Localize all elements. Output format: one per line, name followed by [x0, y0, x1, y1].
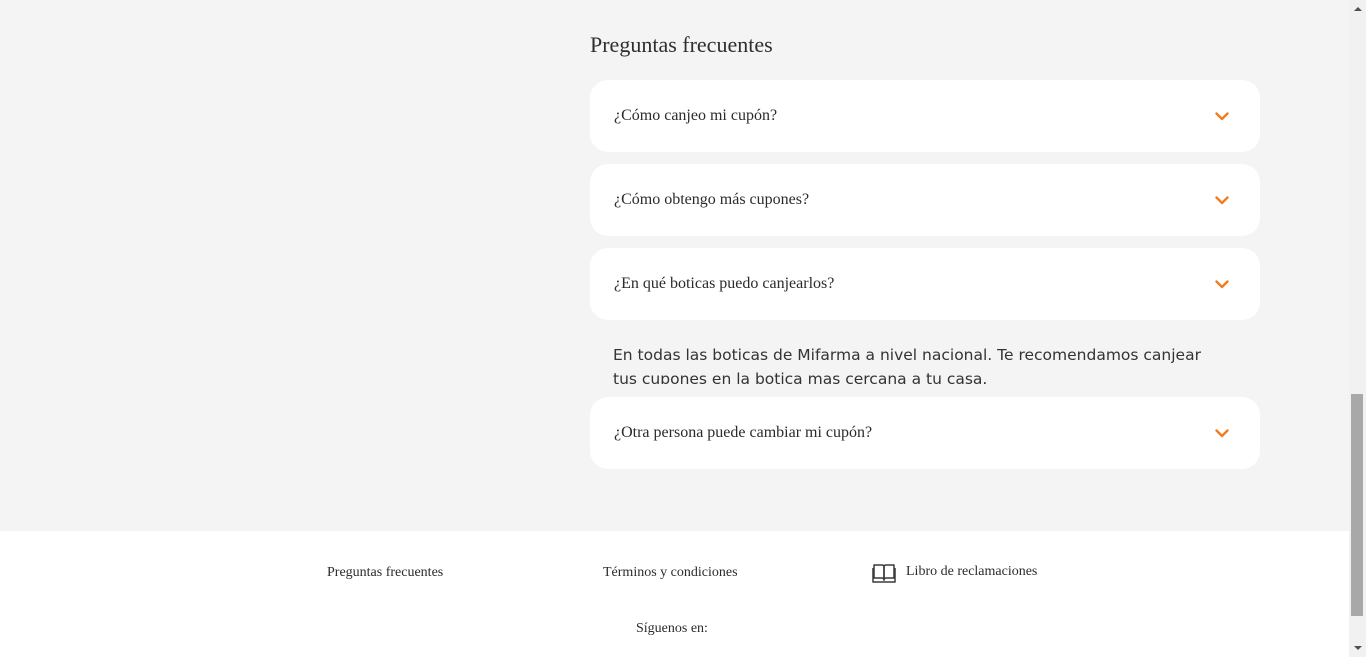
footer: Preguntas frecuentes Términos y condicio…: [0, 531, 1349, 657]
faq-question: ¿Cómo canjeo mi cupón?: [614, 107, 778, 124]
footer-link-terms[interactable]: Términos y condiciones: [603, 565, 738, 581]
scroll-up-arrow-icon[interactable]: [1349, 0, 1366, 17]
book-icon[interactable]: [872, 562, 896, 584]
scrollbar-thumb[interactable]: [1351, 394, 1363, 616]
follow-us-label: Síguenos en:: [636, 621, 708, 636]
scroll-down-arrow-icon[interactable]: [1349, 640, 1366, 657]
chevron-down-icon: [1214, 425, 1230, 441]
faq-question: ¿En qué boticas puedo canjearlos?: [614, 275, 835, 292]
footer-link-faq[interactable]: Preguntas frecuentes: [327, 565, 443, 581]
faq-answer: En todas las boticas de Mifarma a nivel …: [613, 346, 1201, 384]
faq-item-which-pharmacies[interactable]: ¿En qué boticas puedo canjearlos?: [590, 248, 1260, 320]
page: Preguntas frecuentes ¿Cómo canjeo mi cup…: [0, 0, 1366, 657]
faq-item-another-person[interactable]: ¿Otra persona puede cambiar mi cupón?: [590, 397, 1260, 469]
chevron-down-icon: [1214, 192, 1230, 208]
chevron-down-icon: [1214, 276, 1230, 292]
faq-item-get-more-coupons[interactable]: ¿Cómo obtengo más cupones?: [590, 164, 1260, 236]
faq-section: Preguntas frecuentes ¿Cómo canjeo mi cup…: [0, 0, 1349, 531]
faq-question: ¿Cómo obtengo más cupones?: [614, 191, 810, 208]
faq-question: ¿Otra persona puede cambiar mi cupón?: [614, 424, 873, 441]
faq-title: Preguntas frecuentes: [590, 32, 773, 57]
vertical-scrollbar[interactable]: [1349, 0, 1366, 657]
faq-item-redeem-coupon[interactable]: ¿Cómo canjeo mi cupón?: [590, 80, 1260, 152]
chevron-down-icon: [1214, 108, 1230, 124]
footer-link-complaints-book[interactable]: Libro de reclamaciones: [906, 564, 1037, 580]
